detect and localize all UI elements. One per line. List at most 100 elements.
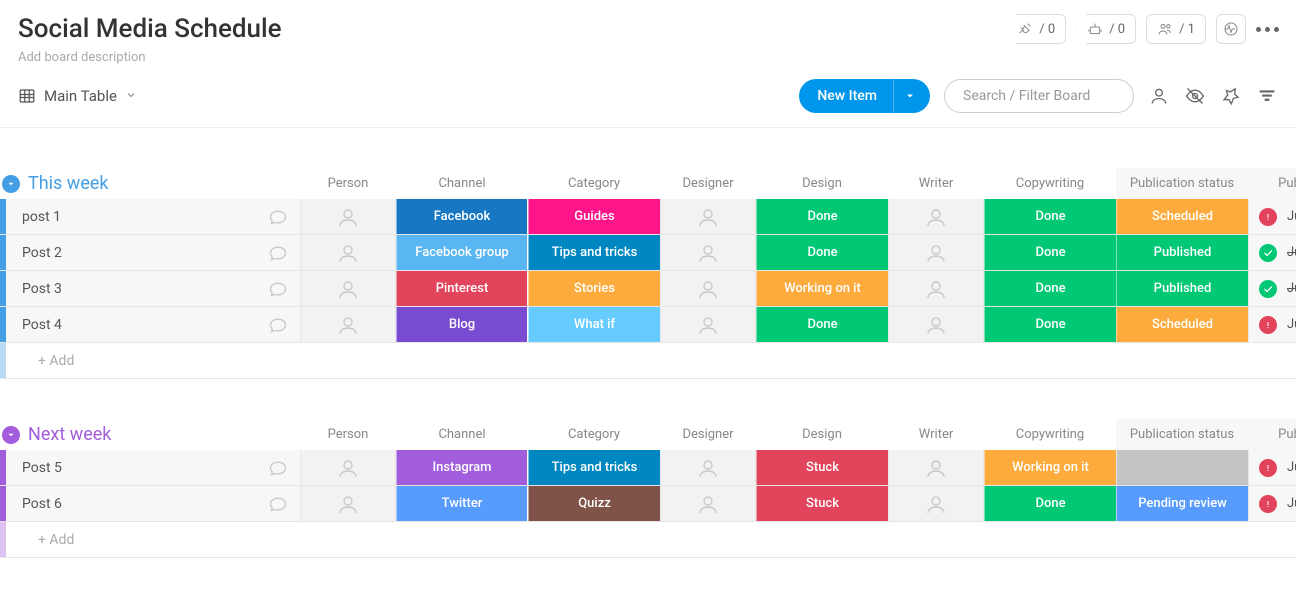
column-header-pub_status[interactable]: Publication status: [1116, 419, 1248, 450]
column-header-category[interactable]: Category: [528, 419, 660, 450]
item-name[interactable]: post 1: [6, 209, 256, 225]
table-row[interactable]: Post 4BlogWhat ifDoneDoneScheduledJul 7,…: [0, 307, 1296, 343]
cell-writer[interactable]: [888, 271, 984, 306]
cell-copywriting[interactable]: Done: [984, 271, 1116, 306]
cell-publish-date[interactable]: Jul 4, 2018: [1248, 199, 1296, 234]
cell-name[interactable]: Post 6: [0, 486, 300, 521]
cell-publish-date[interactable]: Jul 3, 2018: [1248, 235, 1296, 270]
cell-design[interactable]: Done: [756, 235, 888, 270]
cell-name[interactable]: Post 3: [0, 271, 300, 306]
item-name[interactable]: Post 6: [6, 496, 256, 512]
board-description-placeholder[interactable]: Add board description: [18, 50, 282, 65]
column-header-copywriting[interactable]: Copywriting: [984, 419, 1116, 450]
chat-icon[interactable]: [256, 279, 300, 299]
hide-columns[interactable]: [1184, 85, 1206, 107]
cell-designer[interactable]: [660, 307, 756, 342]
cell-designer[interactable]: [660, 199, 756, 234]
column-header-person[interactable]: Person: [300, 168, 396, 199]
cell-channel[interactable]: Facebook group: [396, 235, 528, 270]
cell-design[interactable]: Done: [756, 199, 888, 234]
cell-designer[interactable]: [660, 235, 756, 270]
cell-person[interactable]: [300, 307, 396, 342]
table-row[interactable]: Post 5 InstagramTips and tricks Stuck Worki…: [0, 450, 1296, 486]
cell-name[interactable]: post 1: [0, 199, 300, 234]
cell-category[interactable]: Guides: [528, 199, 660, 234]
cell-copywriting[interactable]: Working on it: [984, 450, 1116, 485]
cell-designer[interactable]: [660, 271, 756, 306]
column-header-designer[interactable]: Designer: [660, 419, 756, 450]
column-header-pub_status[interactable]: Publication status: [1116, 168, 1248, 199]
person-filter[interactable]: [1148, 85, 1170, 107]
filter[interactable]: [1256, 85, 1278, 107]
group-title-wrap[interactable]: This week: [0, 173, 300, 194]
cell-writer[interactable]: [888, 199, 984, 234]
column-header-channel[interactable]: Channel: [396, 419, 528, 450]
cell-channel[interactable]: Twitter: [396, 486, 528, 521]
cell-copywriting[interactable]: Done: [984, 235, 1116, 270]
chat-icon[interactable]: [256, 207, 300, 227]
cell-publication-status[interactable]: Scheduled: [1116, 307, 1248, 342]
cell-channel[interactable]: Pinterest: [396, 271, 528, 306]
cell-publish-date[interactable]: Jul 14, 2018: [1248, 486, 1296, 521]
cell-publication-status[interactable]: Pending review: [1116, 486, 1248, 521]
cell-publish-date[interactable]: Jul 7, 2018: [1248, 307, 1296, 342]
table-row[interactable]: Post 6TwitterQuizzStuckDonePending revie…: [0, 486, 1296, 522]
view-selector[interactable]: Main Table: [18, 87, 137, 105]
add-label[interactable]: + Add: [6, 353, 300, 369]
cell-category[interactable]: What if: [528, 307, 660, 342]
column-header-person[interactable]: Person: [300, 419, 396, 450]
group-title[interactable]: This week: [28, 173, 109, 194]
item-name[interactable]: Post 4: [6, 317, 256, 333]
cell-publication-status[interactable]: Published: [1116, 235, 1248, 270]
cell-category[interactable]: Stories: [528, 271, 660, 306]
board-title[interactable]: Social Media Schedule: [18, 14, 282, 44]
add-cell[interactable]: + Add: [0, 343, 300, 378]
cell-copywriting[interactable]: Done: [984, 307, 1116, 342]
cell-category[interactable]: Tips and tricks: [528, 235, 660, 270]
cell-person[interactable]: [300, 235, 396, 270]
table-row[interactable]: Post 3 PinterestStories Working on it DoneP…: [0, 271, 1296, 307]
add-cell[interactable]: + Add: [0, 522, 300, 557]
search-input[interactable]: Search / Filter Board: [944, 79, 1134, 113]
column-header-category[interactable]: Category: [528, 168, 660, 199]
column-header-designer[interactable]: Designer: [660, 168, 756, 199]
cell-writer[interactable]: [888, 235, 984, 270]
header-stat-robot[interactable]: / 0: [1076, 14, 1136, 44]
table-row[interactable]: Post 2 Facebook groupTips and tricks Done D…: [0, 235, 1296, 271]
cell-name[interactable]: Post 2: [0, 235, 300, 270]
column-header-design[interactable]: Design: [756, 419, 888, 450]
header-activity[interactable]: [1216, 14, 1246, 44]
item-name[interactable]: Post 5: [6, 460, 256, 476]
cell-writer[interactable]: [888, 450, 984, 485]
cell-publication-status[interactable]: [1116, 450, 1248, 485]
cell-person[interactable]: [300, 271, 396, 306]
header-stat-people[interactable]: / 1: [1146, 14, 1206, 44]
cell-designer[interactable]: [660, 486, 756, 521]
table-row[interactable]: post 1FacebookGuidesDoneDoneScheduledJul…: [0, 199, 1296, 235]
cell-channel[interactable]: Facebook: [396, 199, 528, 234]
column-header-copywriting[interactable]: Copywriting: [984, 168, 1116, 199]
cell-channel[interactable]: Instagram: [396, 450, 528, 485]
column-header-channel[interactable]: Channel: [396, 168, 528, 199]
column-header-pub_date[interactable]: Publish date: [1248, 168, 1296, 199]
cell-copywriting[interactable]: Done: [984, 486, 1116, 521]
group-title[interactable]: Next week: [28, 424, 111, 445]
collapse-icon[interactable]: [2, 175, 20, 193]
more-menu[interactable]: [1256, 18, 1278, 40]
collapse-icon[interactable]: [2, 426, 20, 444]
chat-icon[interactable]: [256, 315, 300, 335]
cell-category[interactable]: Quizz: [528, 486, 660, 521]
group-title-wrap[interactable]: Next week: [0, 424, 300, 445]
add-row[interactable]: + Add: [0, 522, 1296, 558]
column-header-pub_date[interactable]: Publish date: [1248, 419, 1296, 450]
column-header-writer[interactable]: Writer: [888, 168, 984, 199]
add-label[interactable]: + Add: [6, 532, 300, 548]
cell-name[interactable]: Post 5: [0, 450, 300, 485]
cell-category[interactable]: Tips and tricks: [528, 450, 660, 485]
cell-writer[interactable]: [888, 307, 984, 342]
cell-design[interactable]: Stuck: [756, 450, 888, 485]
cell-design[interactable]: Working on it: [756, 271, 888, 306]
cell-publication-status[interactable]: Published: [1116, 271, 1248, 306]
column-header-design[interactable]: Design: [756, 168, 888, 199]
add-row[interactable]: + Add: [0, 343, 1296, 379]
